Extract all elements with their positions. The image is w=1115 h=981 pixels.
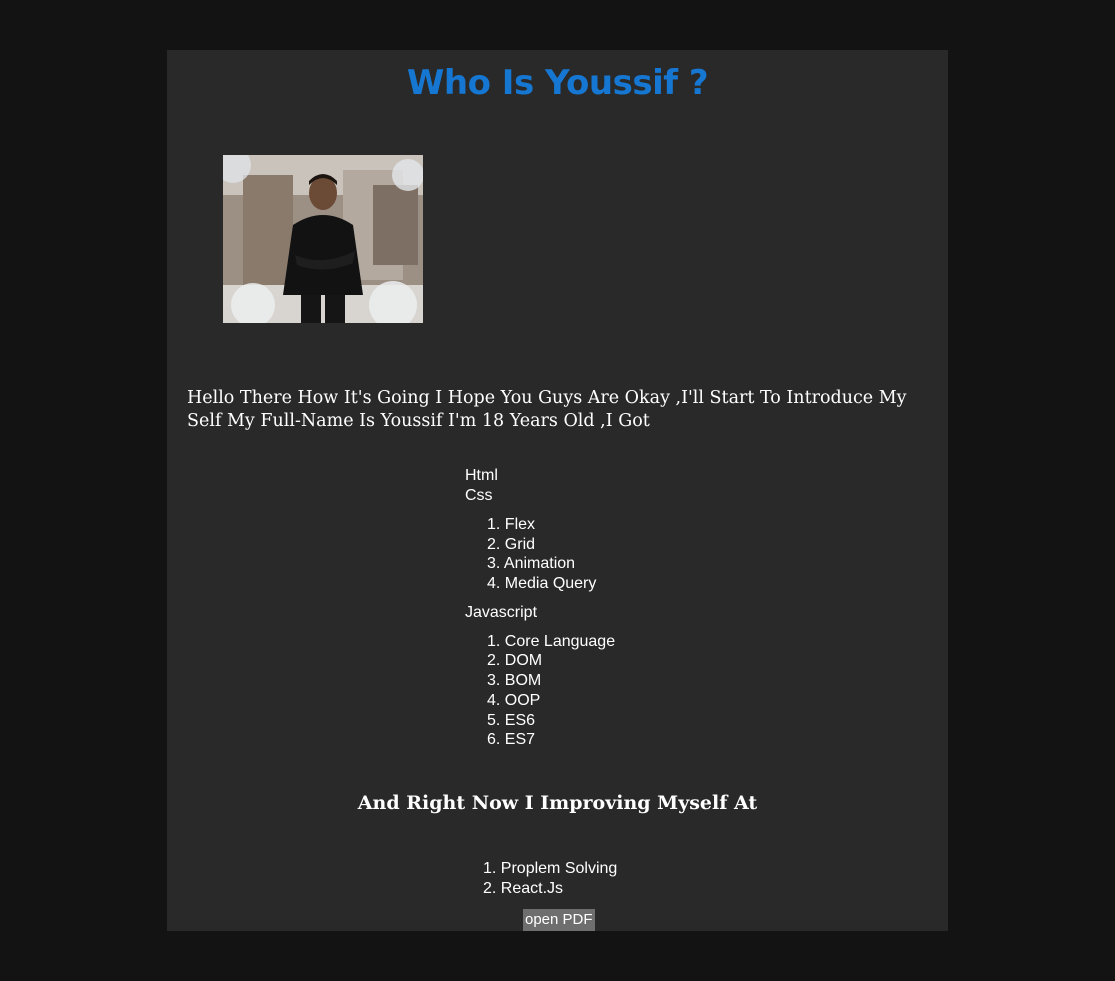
open-pdf-button[interactable]: open PDF [523, 909, 595, 931]
improving-heading: And Right Now I Improving Myself At [357, 792, 758, 814]
list-item: 5. ES6 [487, 711, 536, 729]
list-item: 4. Media Query [487, 575, 597, 593]
css-sublist: 1. Flex 2. Grid 3. Animation 4. Media Qu… [465, 515, 765, 594]
list-item: 1. Proplem Solving [483, 860, 618, 877]
list-item: 2. DOM [487, 652, 543, 670]
goals-list: 1. Proplem Solving 2. React.Js [483, 859, 783, 899]
skill-html: Html [465, 467, 498, 484]
list-item: 1. Core Language [487, 632, 616, 650]
list-item: 3. BOM [487, 672, 542, 690]
list-item: 1. Flex [487, 516, 536, 533]
skills-list: Html Css 1. Flex 2. Grid 3. Animation 4.… [465, 466, 765, 750]
profile-card: Who Is Youssif ? Hello There How It's Go [167, 50, 948, 931]
skill-css: Css [465, 487, 493, 504]
intro-paragraph: Hello There How It's Going I Hope You Gu… [187, 388, 907, 431]
list-item: 6. ES7 [487, 731, 536, 749]
skill-javascript: Javascript [465, 603, 538, 621]
profile-photo [223, 155, 423, 323]
list-item: 3. Animation [487, 555, 576, 573]
list-item: 2. React.Js [483, 880, 564, 897]
page-title: Who Is Youssif ? [406, 63, 709, 103]
list-item: 2. Grid [487, 535, 536, 553]
javascript-sublist: 1. Core Language 2. DOM 3. BOM 4. OOP 5.… [465, 632, 765, 750]
list-item: 4. OOP [487, 691, 541, 709]
